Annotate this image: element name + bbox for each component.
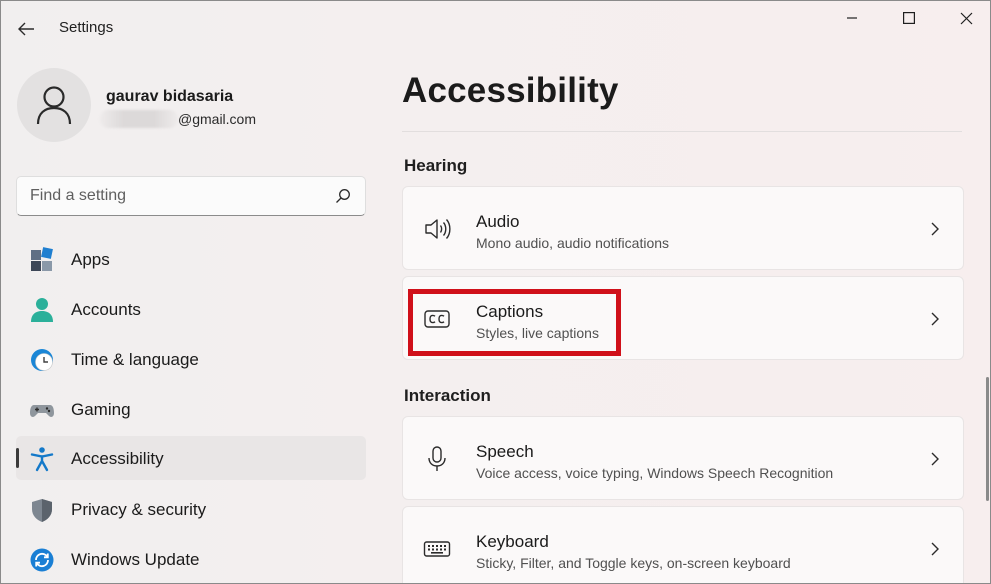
page-title: Accessibility (402, 71, 619, 110)
card-subtitle: Mono audio, audio notifications (476, 235, 670, 251)
close-icon (960, 12, 972, 24)
avatar[interactable] (17, 68, 91, 142)
user-icon (36, 86, 72, 125)
card-audio[interactable]: Audio Mono audio, audio notifications (402, 186, 964, 270)
settings-window: Settings gaurav bidasaria @gmail.com Fin… (0, 0, 991, 584)
time-language-icon (31, 349, 53, 371)
search-box (16, 176, 366, 216)
sidebar-item-label: Gaming (71, 400, 131, 419)
maximize-icon (903, 12, 915, 24)
card-speech[interactable]: Speech Voice access, voice typing, Windo… (402, 416, 964, 500)
active-indicator (16, 448, 19, 468)
sidebar-item-apps[interactable]: Apps (16, 237, 366, 281)
chevron-right-icon (931, 312, 939, 326)
sidebar-item-accounts[interactable]: Accounts (16, 287, 366, 331)
card-title: Keyboard (476, 532, 549, 551)
profile-email: @gmail.com (178, 111, 257, 127)
gaming-icon (30, 405, 54, 417)
minimize-icon (847, 17, 857, 19)
chevron-right-icon (931, 542, 939, 556)
back-button[interactable] (13, 17, 39, 41)
chevron-right-icon (931, 452, 939, 466)
sidebar-item-windows-update[interactable]: Windows Update (16, 537, 366, 581)
title-divider (402, 131, 962, 132)
section-header-interaction: Interaction (404, 386, 491, 405)
card-title: Audio (476, 212, 520, 231)
windows-update-icon (30, 548, 54, 572)
sidebar-item-label: Time & language (71, 350, 199, 369)
maximize-button[interactable] (886, 5, 932, 31)
back-arrow-icon (18, 22, 34, 36)
sidebar-item-label: Accounts (71, 300, 141, 319)
title-bar: Settings (1, 1, 990, 53)
sidebar-item-gaming[interactable]: Gaming (16, 387, 366, 431)
search-input[interactable] (17, 177, 327, 215)
close-button[interactable] (943, 5, 989, 31)
sidebar-item-label: Accessibility (71, 449, 164, 468)
card-keyboard[interactable]: Keyboard Sticky, Filter, and Toggle keys… (402, 506, 964, 583)
sidebar-item-label: Privacy & security (71, 500, 207, 519)
accessibility-icon (30, 447, 54, 472)
email-redaction (100, 110, 178, 128)
section-header-hearing: Hearing (404, 156, 468, 175)
sidebar-item-label: Windows Update (71, 550, 200, 569)
profile-name: gaurav bidasaria (106, 88, 234, 105)
search-icon[interactable] (335, 188, 351, 204)
sidebar-item-time-language[interactable]: Time & language (16, 337, 366, 381)
app-title: Settings (59, 19, 114, 36)
sidebar-item-privacy-security[interactable]: Privacy & security (16, 487, 366, 531)
keyboard-icon (423, 541, 451, 557)
shield-icon (32, 499, 52, 522)
accounts-icon (31, 298, 53, 322)
profile-email-row: @gmail.com (100, 109, 256, 129)
speaker-icon (425, 219, 451, 239)
scrollbar-thumb[interactable] (986, 377, 989, 501)
minimize-button[interactable] (829, 5, 875, 31)
chevron-right-icon (931, 222, 939, 236)
microphone-icon (428, 446, 446, 471)
card-subtitle: Sticky, Filter, and Toggle keys, on-scre… (476, 555, 791, 571)
sidebar-item-accessibility[interactable]: Accessibility (16, 436, 366, 480)
card-subtitle: Voice access, voice typing, Windows Spee… (476, 465, 834, 481)
card-title: Speech (476, 442, 534, 461)
sidebar-item-label: Apps (71, 250, 110, 269)
captions-highlight-annotation (408, 289, 621, 356)
apps-icon (31, 247, 53, 271)
